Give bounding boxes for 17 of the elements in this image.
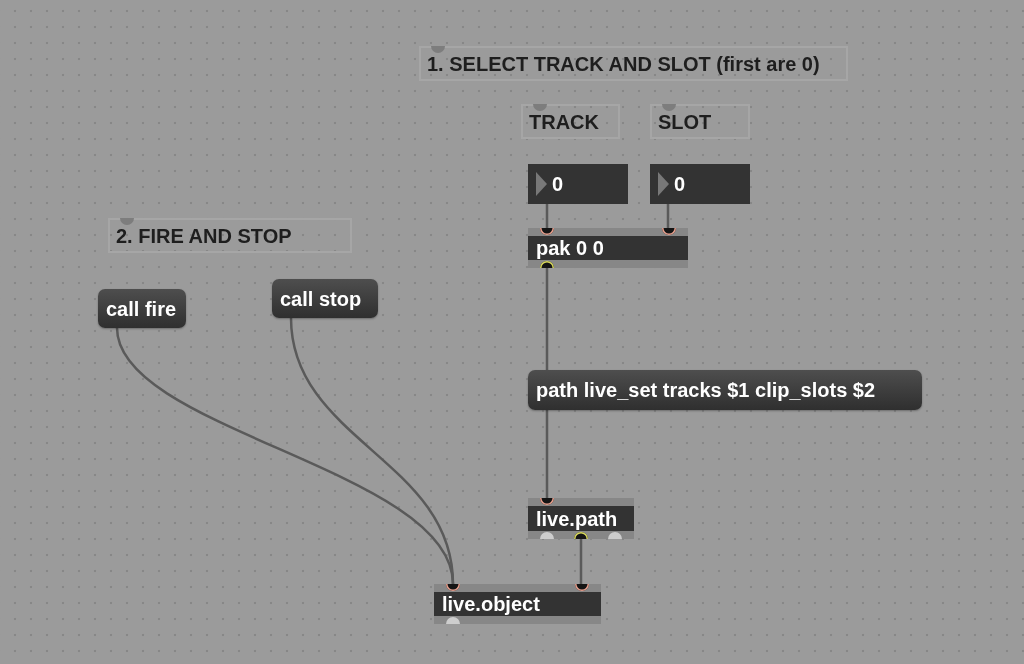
patch-cord [545,204,549,228]
number-field[interactable]: 0 [528,164,628,204]
object-box: live.object [434,584,601,624]
object-box: live.path [528,498,634,539]
comment: TRACK [521,104,620,139]
message-box[interactable]: path live_set tracks $1 clip_slots $2 [528,370,922,410]
object-box: pak 0 0 [528,228,688,268]
patch-cord [666,204,670,228]
triangle-icon [658,172,669,196]
comment: 2. FIRE AND STOP [108,218,352,253]
message-box[interactable]: call stop [272,279,378,318]
message-box[interactable]: call fire [98,289,186,328]
triangle-icon [536,172,547,196]
comment: 1. SELECT TRACK AND SLOT (first are 0) [419,46,848,81]
number-field[interactable]: 0 [650,164,750,204]
patch-cord [579,539,583,584]
comment: SLOT [650,104,750,139]
